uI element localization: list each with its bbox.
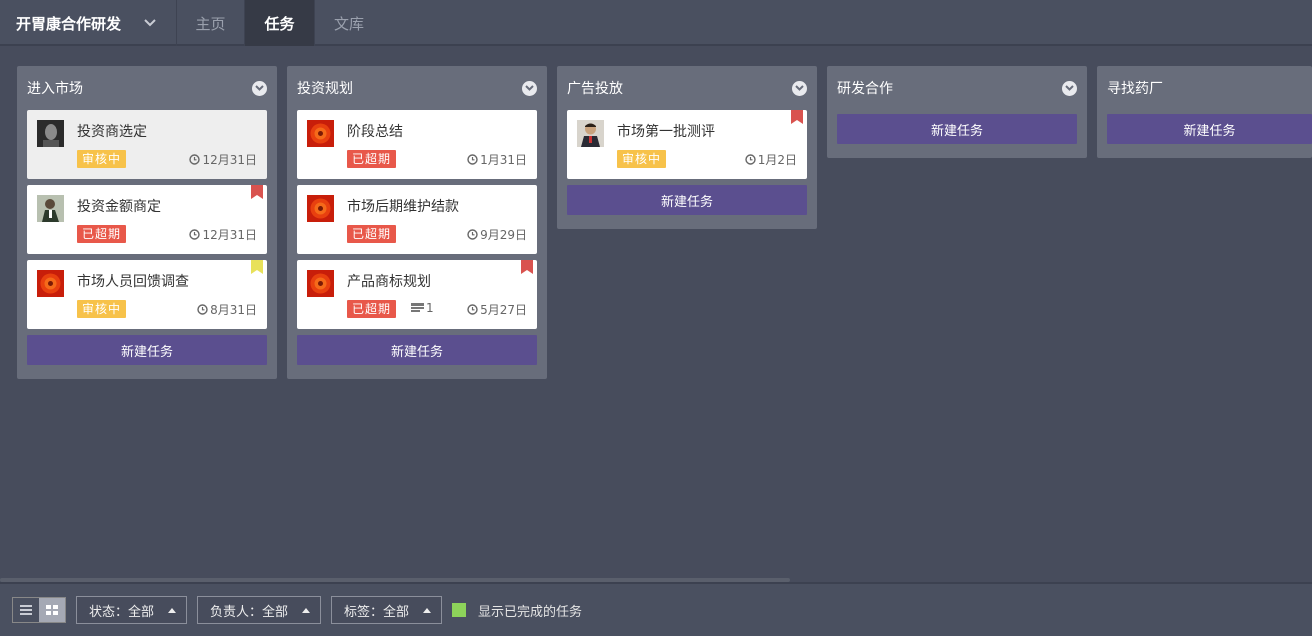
due-date: 1月31日 [467,151,527,168]
clock-icon [745,154,756,165]
board-view-icon[interactable] [39,598,65,622]
task-card[interactable]: 投资商选定 审核中 12月31日 [27,110,267,179]
chevron-down-icon [143,16,157,30]
clock-icon [467,154,478,165]
caret-up-icon [302,607,311,613]
task-card[interactable]: 市场第一批测评 审核中 1月2日 [567,110,807,179]
businessman-avatar [577,120,604,147]
list-view-icon[interactable] [13,598,39,622]
clock-icon [197,304,208,315]
column-ad-placement: 广告投放 市场第一批测评 审核中 1月2日 新建任务 [557,66,817,229]
task-title: 产品商标规划 [347,274,431,290]
task-card[interactable]: 市场后期维护结款 已超期 9月29日 [297,185,537,254]
task-board: 进入市场 投资商选定 审核中 12月31日 投资金额商定 已超期 12月31日 … [0,48,1312,582]
status-filter[interactable]: 状态：全部 [76,596,188,624]
clock-icon [467,304,478,315]
task-card[interactable]: 产品商标规划 已超期 1 5月27日 [297,260,537,329]
status-badge: 审核中 [77,150,127,168]
task-title: 市场后期维护结款 [347,199,459,215]
task-title: 阶段总结 [347,124,403,140]
column-investment-planning: 投资规划 阶段总结 已超期 1月31日 市场后期维护结款 已超期 9月29日 产… [287,66,547,379]
new-task-button[interactable]: 新建任务 [297,335,537,365]
chevron-down-circle-icon[interactable] [792,80,807,96]
due-date: 12月31日 [189,226,257,243]
tab-home[interactable]: 主页 [177,0,245,46]
task-title: 市场第一批测评 [617,124,715,140]
filter-label: 标签：全部 [344,604,410,620]
task-title: 投资商选定 [77,124,147,140]
column-title: 进入市场 [27,81,83,97]
chevron-down-circle-icon[interactable] [252,80,267,96]
new-task-button[interactable]: 新建任务 [567,185,807,215]
new-task-button[interactable]: 新建任务 [837,114,1077,144]
column-find-pharma: 寻找药厂 新建任务 [1097,66,1312,158]
flower-avatar [37,270,64,297]
bottom-toolbar: 状态：全部 负责人：全部 标签：全部 显示已完成的任务 [0,582,1312,636]
task-title: 市场人员回馈调查 [77,274,189,290]
tab-library[interactable]: 文库 [315,0,383,46]
due-date: 12月31日 [189,151,257,168]
task-card[interactable]: 市场人员回馈调查 审核中 8月31日 [27,260,267,329]
clock-icon [467,229,478,240]
new-task-button[interactable]: 新建任务 [27,335,267,365]
status-badge: 审核中 [77,300,127,318]
task-title: 投资金额商定 [77,199,161,215]
due-date: 5月27日 [467,301,527,318]
top-nav: 开胃康合作研发 主页 任务 文库 [0,0,1312,46]
column-rd-cooperation: 研发合作 新建任务 [827,66,1087,158]
checkbox[interactable] [452,603,467,617]
caret-up-icon [423,607,432,613]
status-badge: 已超期 [347,225,397,243]
status-badge: 已超期 [77,225,127,243]
tag-filter[interactable]: 标签：全部 [331,596,443,624]
chevron-down-circle-icon[interactable] [522,80,537,96]
column-enter-market: 进入市场 投资商选定 审核中 12月31日 投资金额商定 已超期 12月31日 … [17,66,277,379]
show-completed-toggle[interactable]: 显示已完成的任务 [452,601,582,620]
project-name: 开胃康合作研发 [16,14,122,33]
caret-up-icon [168,607,177,613]
bookmark-flag-icon [251,260,263,274]
status-badge: 已超期 [347,300,397,318]
column-title: 寻找药厂 [1107,81,1163,97]
status-badge: 已超期 [347,150,397,168]
clock-icon [189,229,201,240]
flower-avatar [307,270,334,297]
chevron-down-circle-icon[interactable] [1062,80,1077,96]
man-dark-avatar [37,120,64,147]
flower-avatar [307,120,334,147]
due-date: 1月2日 [745,151,797,168]
due-date: 8月31日 [197,301,257,318]
filter-label: 状态：全部 [89,604,155,620]
tab-tasks[interactable]: 任务 [245,0,315,46]
clock-icon [189,154,201,165]
bookmark-flag-icon [251,185,263,199]
comment-icon [411,303,424,312]
column-title: 研发合作 [837,81,893,97]
column-title: 广告投放 [567,81,623,97]
bookmark-flag-icon [521,260,533,274]
filter-label: 负责人：全部 [210,604,289,620]
new-task-button[interactable]: 新建任务 [1107,114,1312,144]
comment-count: 1 [411,301,434,315]
bookmark-flag-icon [791,110,803,124]
assignee-filter[interactable]: 负责人：全部 [197,596,322,624]
status-badge: 审核中 [617,150,667,168]
man-suit-avatar [37,195,64,222]
project-selector[interactable]: 开胃康合作研发 [0,0,177,46]
flower-avatar [307,195,334,222]
task-card[interactable]: 阶段总结 已超期 1月31日 [297,110,537,179]
show-completed-label: 显示已完成的任务 [478,604,583,620]
column-title: 投资规划 [297,81,353,97]
due-date: 9月29日 [467,226,527,243]
view-toggle [12,597,66,623]
task-card[interactable]: 投资金额商定 已超期 12月31日 [27,185,267,254]
